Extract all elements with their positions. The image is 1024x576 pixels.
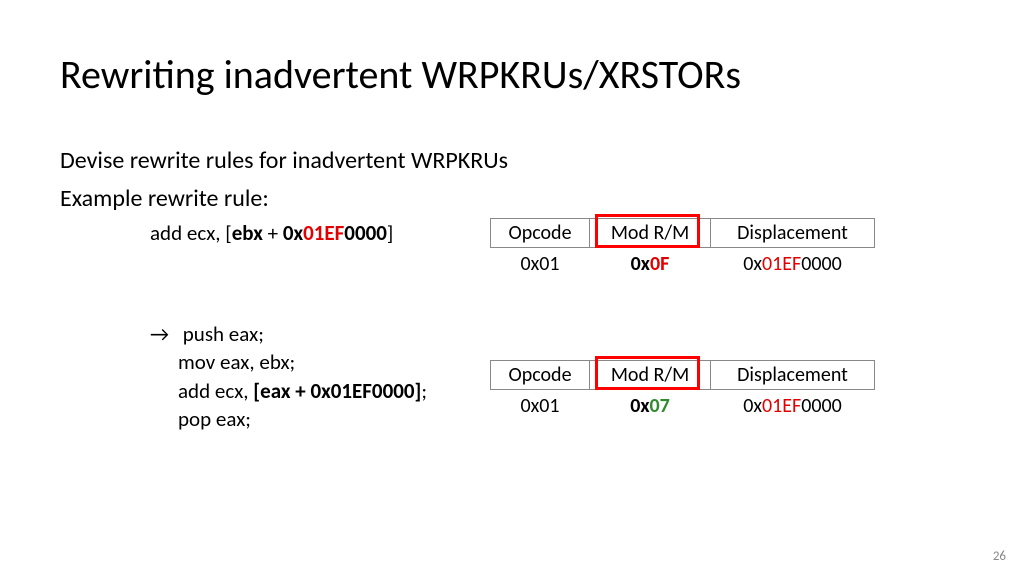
val-opcode: 0x01	[490, 390, 590, 418]
hex-value: 07	[650, 394, 670, 418]
intro-line-2: Example rewrite rule:	[60, 183, 508, 215]
hex-value: 0F	[650, 252, 669, 276]
code-line: → push eax;	[150, 320, 427, 348]
hex-suffix: 0000	[801, 394, 842, 418]
table-value-row: 0x01 0x07 0x01EF0000	[490, 390, 875, 418]
code-original: add ecx, [ebx + 0x01EF0000]	[150, 220, 393, 247]
hex-prefix: 0x	[743, 252, 762, 276]
arrow-icon: →	[150, 320, 178, 348]
code-line: pop eax;	[178, 405, 427, 433]
code-text: push eax;	[178, 321, 264, 347]
code-bold: [eax + 0x01EF0000]	[253, 378, 421, 404]
slide: Rewriting inadvertent WRPKRUs/XRSTORs De…	[0, 0, 1024, 576]
code-hex-suffix: 0000	[344, 220, 387, 246]
opcode-table-original: Opcode Mod R/M Displacement 0x01 0x0F 0x…	[490, 218, 875, 276]
table-header-row: Opcode Mod R/M Displacement	[490, 360, 875, 390]
code-text: +	[263, 220, 283, 246]
hex-red: 01EF	[762, 394, 801, 418]
col-displacement: Displacement	[710, 360, 875, 390]
intro-line-1: Devise rewrite rules for inadvertent WRP…	[60, 145, 508, 177]
col-modrm: Mod R/M	[590, 218, 710, 248]
hex-prefix: 0x	[743, 394, 762, 418]
col-modrm: Mod R/M	[590, 360, 710, 390]
hex-red: 01EF	[762, 252, 801, 276]
col-opcode: Opcode	[490, 218, 590, 248]
table-value-row: 0x01 0x0F 0x01EF0000	[490, 248, 875, 276]
hex-prefix: 0x	[631, 252, 650, 276]
slide-title: Rewriting inadvertent WRPKRUs/XRSTORs	[60, 50, 741, 99]
opcode-table-rewritten: Opcode Mod R/M Displacement 0x01 0x07 0x…	[490, 360, 875, 418]
code-hex-prefix: 0x	[283, 220, 303, 246]
table-header-row: Opcode Mod R/M Displacement	[490, 218, 875, 248]
code-line: add ecx, [eax + 0x01EF0000];	[178, 377, 427, 405]
body-text: Devise rewrite rules for inadvertent WRP…	[60, 145, 508, 216]
hex-prefix: 0x	[630, 394, 649, 418]
code-rewritten: → push eax; mov eax, ebx; add ecx, [eax …	[150, 320, 427, 433]
val-modrm: 0x07	[590, 390, 710, 418]
val-displacement: 0x01EF0000	[710, 390, 875, 418]
hex-suffix: 0000	[801, 252, 842, 276]
code-text: add ecx, [	[150, 220, 232, 246]
val-opcode: 0x01	[490, 248, 590, 276]
code-text: add ecx,	[178, 378, 253, 404]
code-line: mov eax, ebx;	[178, 348, 427, 376]
col-opcode: Opcode	[490, 360, 590, 390]
code-hex-red: 01EF	[303, 220, 344, 246]
page-number: 26	[993, 549, 1006, 564]
code-reg: ebx	[232, 220, 263, 246]
col-displacement: Displacement	[710, 218, 875, 248]
code-text: ]	[387, 220, 393, 246]
code-text: ;	[421, 378, 427, 404]
val-displacement: 0x01EF0000	[710, 248, 875, 276]
val-modrm: 0x0F	[590, 248, 710, 276]
